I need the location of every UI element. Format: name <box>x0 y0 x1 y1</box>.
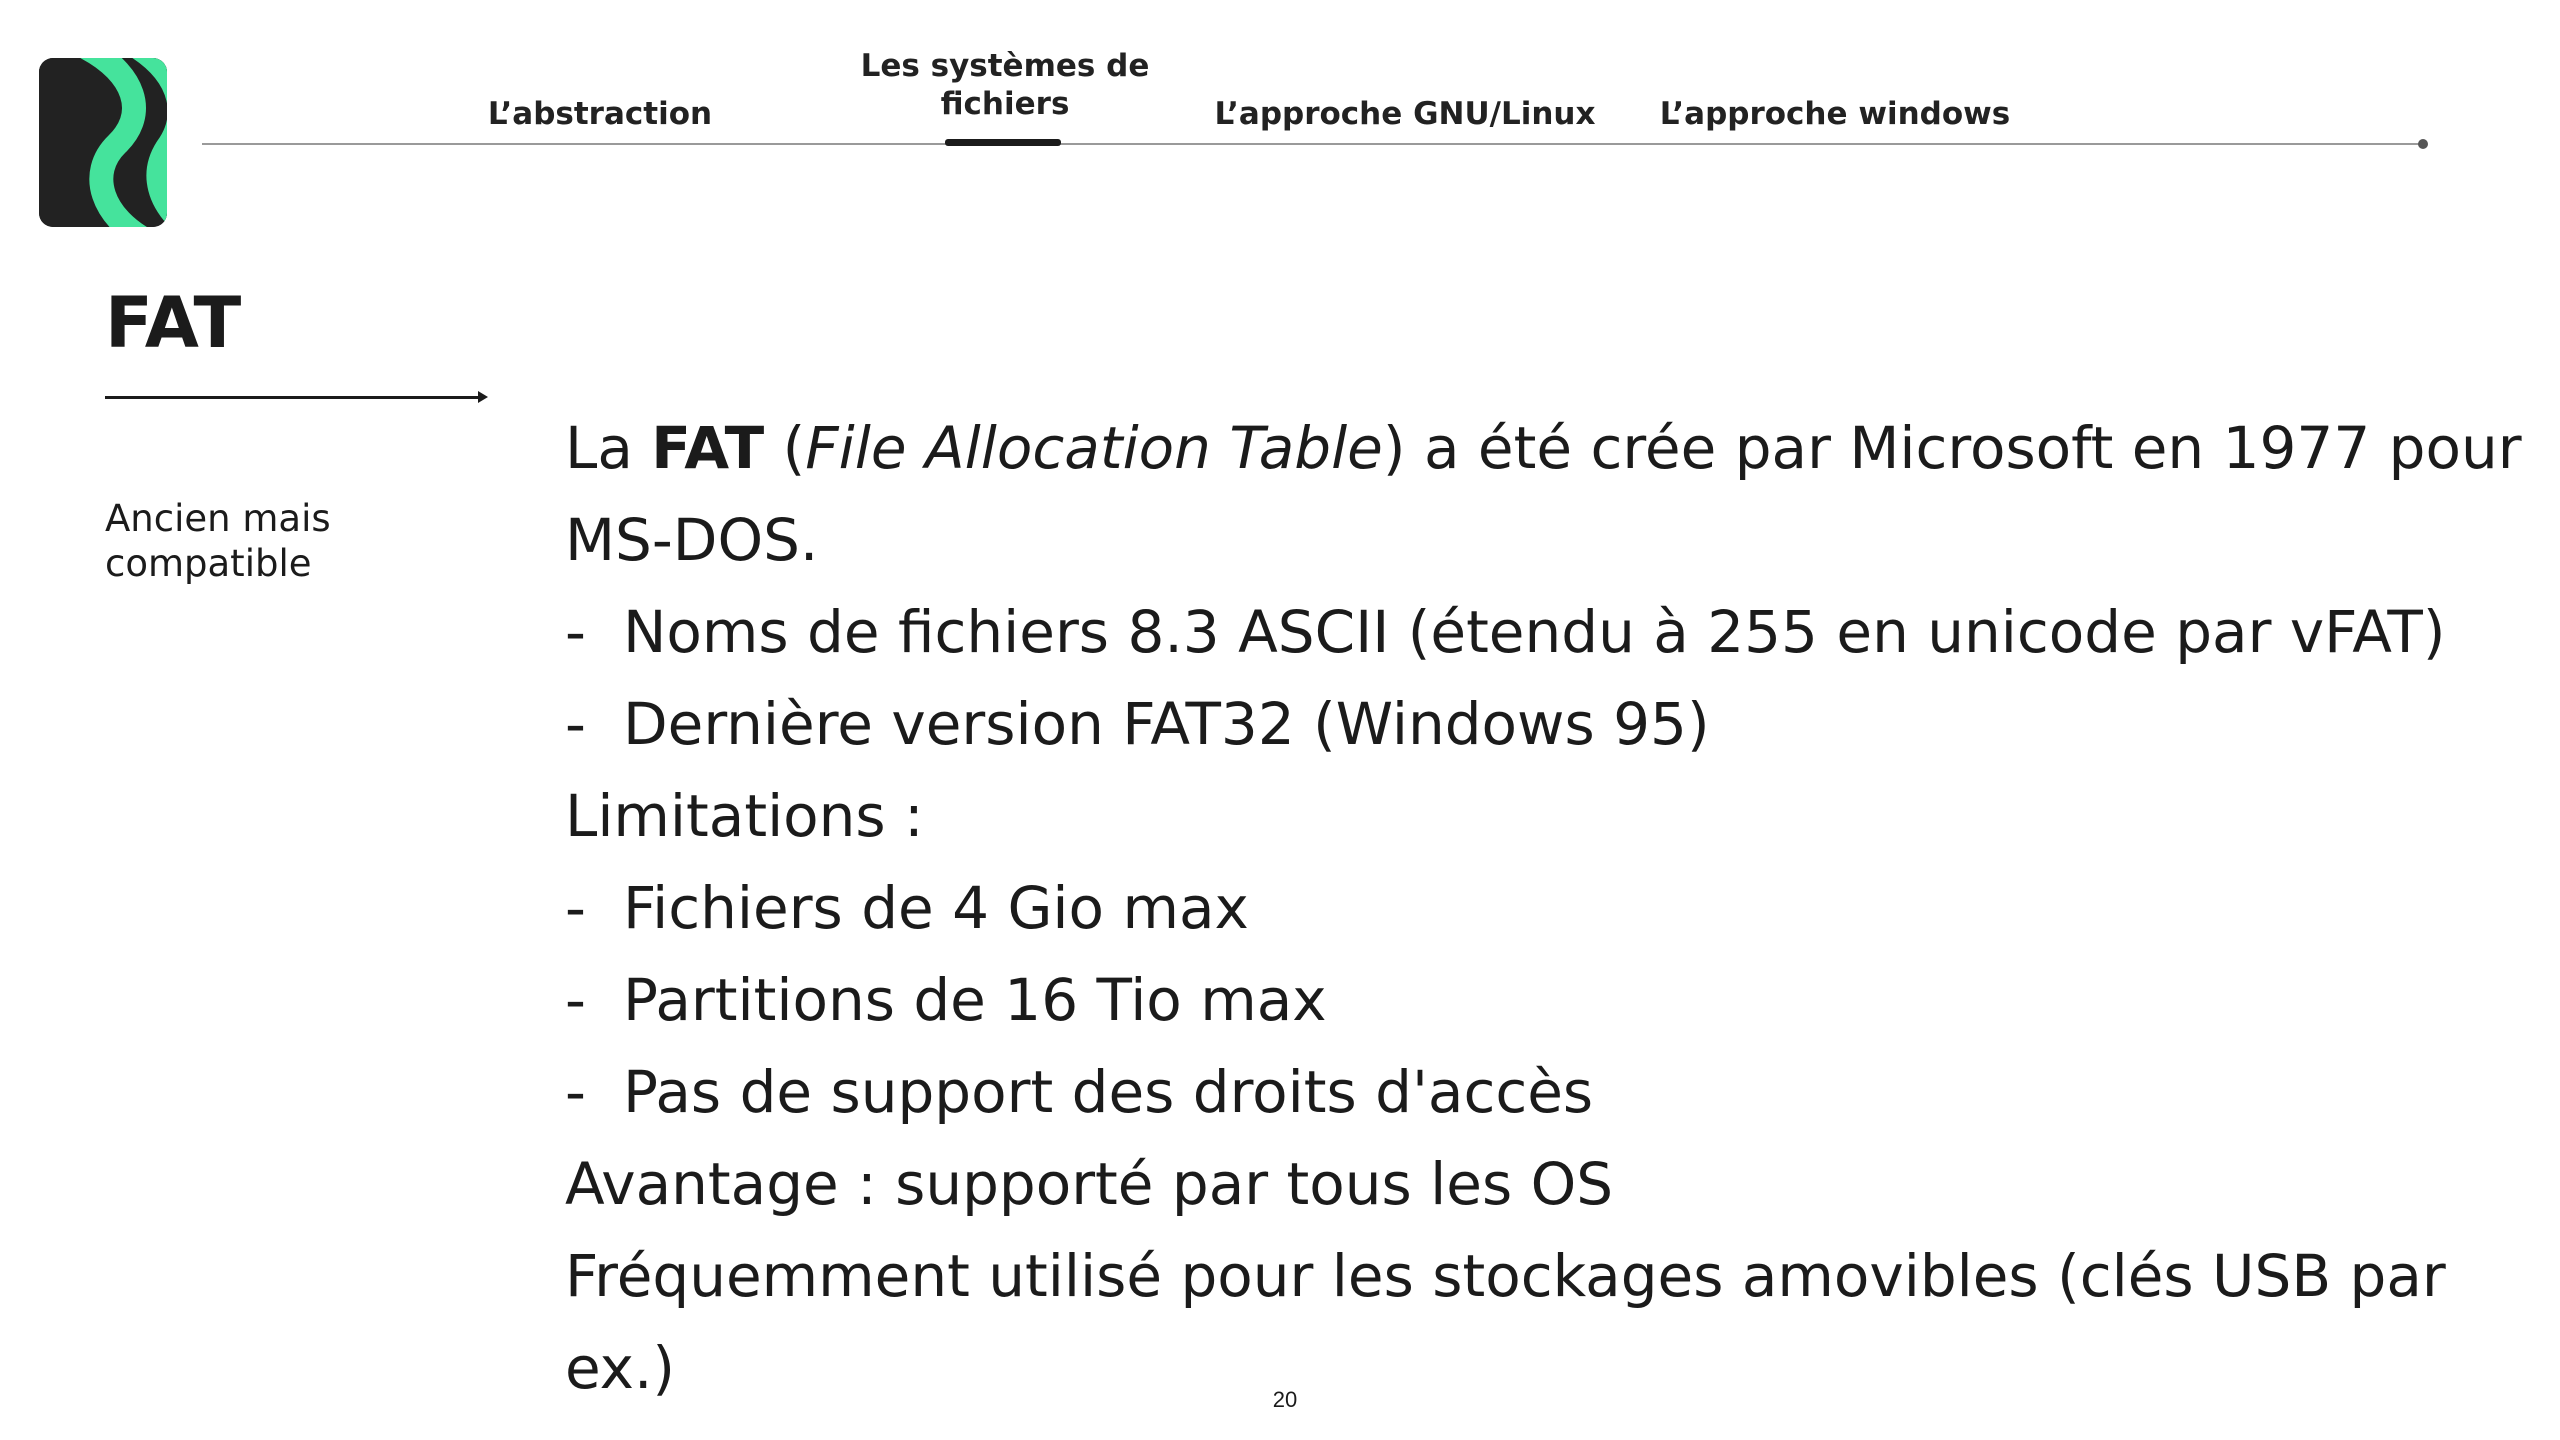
bullet-marker: - <box>565 690 586 758</box>
tab-approche-windows[interactable]: L’approche windows <box>1650 95 2020 133</box>
bullet-marker: - <box>565 1058 586 1126</box>
bullet-marker: - <box>565 598 586 666</box>
limitations-heading: Limitations : <box>565 782 924 850</box>
intro-open-paren: ( <box>764 414 806 482</box>
arrow-right-icon <box>478 391 488 403</box>
list-item-text: Noms de fichiers 8.3 ASCII (étendu à 255… <box>623 598 2446 666</box>
list-item: - Pas de support des droits d'accès <box>565 1046 2550 1138</box>
list-item-text: Partitions de 16 Tio max <box>623 966 1327 1034</box>
advantage-line: Avantage : supporté par tous les OS <box>565 1150 1614 1218</box>
nav-timeline <box>202 143 2422 145</box>
slide-title: FAT <box>105 282 242 364</box>
list-item: - Noms de fichiers 8.3 ASCII (étendu à 25… <box>565 586 2550 678</box>
intro-bold: FAT <box>651 414 765 482</box>
slide-body: La FAT (File Allocation Table) a été cré… <box>565 402 2550 1414</box>
tab-approche-gnu-linux[interactable]: L’approche GNU/Linux <box>1210 95 1600 133</box>
bullet-marker: - <box>565 966 586 1034</box>
list-item: - Dernière version FAT32 (Windows 95) <box>565 678 2550 770</box>
bullet-marker: - <box>565 874 586 942</box>
intro-prefix: La <box>565 414 652 482</box>
tab-abstraction[interactable]: L’abstraction <box>470 95 730 133</box>
active-tab-indicator <box>945 139 1061 146</box>
intro-paragraph: La FAT (File Allocation Table) a été cré… <box>565 402 2550 586</box>
intro-italic: File Allocation Table <box>805 414 1383 482</box>
list-item: - Fichiers de 4 Gio max <box>565 862 2550 954</box>
page-number: 20 <box>1272 1387 1298 1412</box>
usage-line: Fréquemment utilisé pour les stockages a… <box>565 1242 2446 1402</box>
title-underline <box>105 396 483 399</box>
list-item-text: Fichiers de 4 Gio max <box>623 874 1249 942</box>
list-item-text: Dernière version FAT32 (Windows 95) <box>623 690 1710 758</box>
brand-logo-icon <box>39 58 167 227</box>
nav-timeline-end-dot <box>2418 139 2428 149</box>
slide-subtitle: Ancien mais compatible <box>105 497 331 585</box>
list-item-text: Pas de support des droits d'accès <box>623 1058 1594 1126</box>
tab-systemes-de-fichiers[interactable]: Les systèmes de fichiers <box>840 47 1170 123</box>
list-item: - Partitions de 16 Tio max <box>565 954 2550 1046</box>
